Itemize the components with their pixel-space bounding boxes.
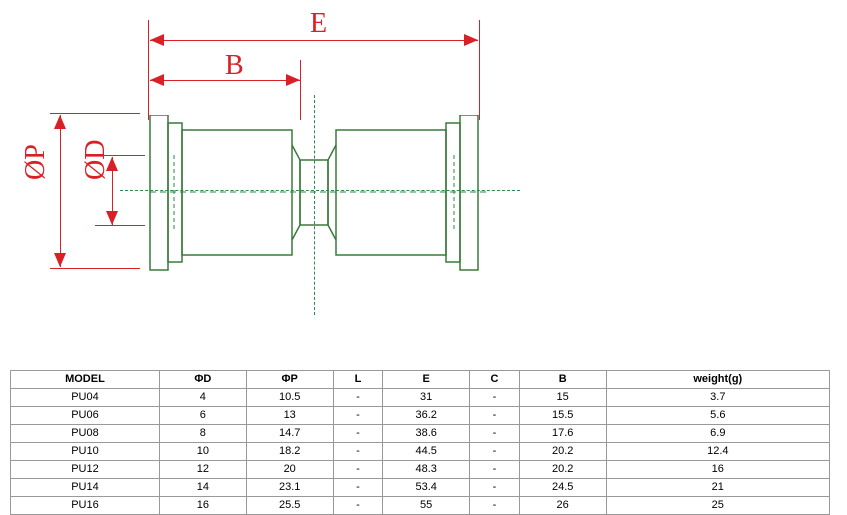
cell-L: - [333, 479, 383, 497]
cell-phiD: 6 [159, 407, 246, 425]
cell-phiP: 14.7 [246, 425, 333, 443]
cell-phiP: 23.1 [246, 479, 333, 497]
arrow-down-icon [54, 253, 66, 267]
cell-phiP: 18.2 [246, 443, 333, 461]
table-row: PU141423.1-53.4-24.521 [11, 479, 830, 497]
cell-model: PU14 [11, 479, 160, 497]
col-phiP: ΦP [246, 371, 333, 389]
arrow-left-icon [150, 74, 164, 86]
cell-B: 24.5 [519, 479, 606, 497]
cell-weight: 3.7 [606, 389, 829, 407]
spec-table: MODEL ΦD ΦP L E C B weight(g) PU04410.5-… [10, 370, 830, 515]
arrow-down-icon [106, 211, 118, 225]
dim-label-phiP: ØP [20, 144, 52, 180]
cell-C: - [470, 497, 520, 515]
ext-line-P-top [50, 113, 140, 114]
cell-weight: 25 [606, 497, 829, 515]
dim-line-B [150, 80, 300, 81]
cell-E: 48.3 [383, 461, 470, 479]
cell-phiP: 13 [246, 407, 333, 425]
cell-B: 20.2 [519, 443, 606, 461]
cell-phiP: 20 [246, 461, 333, 479]
ext-line-E-right [479, 20, 480, 120]
dim-line-P [60, 115, 61, 267]
dim-label-E: E [310, 8, 327, 40]
table-header-row: MODEL ΦD ΦP L E C B weight(g) [11, 371, 830, 389]
ext-line-B-right [300, 60, 301, 120]
cell-L: - [333, 407, 383, 425]
arrow-left-icon [150, 34, 164, 46]
cell-C: - [470, 479, 520, 497]
cell-C: - [470, 443, 520, 461]
cell-weight: 16 [606, 461, 829, 479]
dim-label-B: B [225, 50, 244, 82]
cell-model: PU12 [11, 461, 160, 479]
col-model: MODEL [11, 371, 160, 389]
cell-B: 20.2 [519, 461, 606, 479]
cell-phiP: 10.5 [246, 389, 333, 407]
cell-phiD: 8 [159, 425, 246, 443]
cell-weight: 6.9 [606, 425, 829, 443]
arrow-right-icon [464, 34, 478, 46]
table-row: PU04410.5-31-153.7 [11, 389, 830, 407]
cell-B: 17.6 [519, 425, 606, 443]
cell-B: 26 [519, 497, 606, 515]
col-E: E [383, 371, 470, 389]
cell-E: 44.5 [383, 443, 470, 461]
cell-E: 55 [383, 497, 470, 515]
cell-E: 36.2 [383, 407, 470, 425]
ext-line-D-bot [95, 225, 145, 226]
cell-model: PU08 [11, 425, 160, 443]
technical-diagram: E B ØP ØD [0, 0, 847, 350]
cell-E: 53.4 [383, 479, 470, 497]
cell-model: PU16 [11, 497, 160, 515]
cell-C: - [470, 425, 520, 443]
cell-B: 15 [519, 389, 606, 407]
cell-phiD: 4 [159, 389, 246, 407]
cell-model: PU10 [11, 443, 160, 461]
cell-weight: 12.4 [606, 443, 829, 461]
cell-C: - [470, 389, 520, 407]
cell-phiD: 10 [159, 443, 246, 461]
arrow-up-icon [106, 157, 118, 171]
ext-line-E-left [148, 20, 149, 120]
arrow-up-icon [54, 115, 66, 129]
table-row: PU08814.7-38.6-17.66.9 [11, 425, 830, 443]
cell-model: PU06 [11, 407, 160, 425]
arrow-right-icon [286, 74, 300, 86]
ext-line-P-bot [50, 268, 140, 269]
table-row: PU121220-48.3-20.216 [11, 461, 830, 479]
ext-line-D-top [95, 155, 145, 156]
cell-weight: 21 [606, 479, 829, 497]
dim-line-E [150, 40, 478, 41]
cell-L: - [333, 461, 383, 479]
table-row: PU06613-36.2-15.55.6 [11, 407, 830, 425]
col-C: C [470, 371, 520, 389]
table-row: PU161625.5-55-2625 [11, 497, 830, 515]
cell-L: - [333, 389, 383, 407]
cell-model: PU04 [11, 389, 160, 407]
cell-weight: 5.6 [606, 407, 829, 425]
col-B: B [519, 371, 606, 389]
cell-phiP: 25.5 [246, 497, 333, 515]
cell-E: 31 [383, 389, 470, 407]
cell-C: - [470, 461, 520, 479]
fitting-drawing [140, 115, 490, 275]
cell-L: - [333, 443, 383, 461]
cell-C: - [470, 407, 520, 425]
col-L: L [333, 371, 383, 389]
col-phiD: ΦD [159, 371, 246, 389]
cell-B: 15.5 [519, 407, 606, 425]
col-weight: weight(g) [606, 371, 829, 389]
cell-phiD: 16 [159, 497, 246, 515]
table-body: PU04410.5-31-153.7PU06613-36.2-15.55.6PU… [11, 389, 830, 515]
cell-L: - [333, 497, 383, 515]
cell-L: - [333, 425, 383, 443]
cell-phiD: 12 [159, 461, 246, 479]
cell-E: 38.6 [383, 425, 470, 443]
table-row: PU101018.2-44.5-20.212.4 [11, 443, 830, 461]
cell-phiD: 14 [159, 479, 246, 497]
